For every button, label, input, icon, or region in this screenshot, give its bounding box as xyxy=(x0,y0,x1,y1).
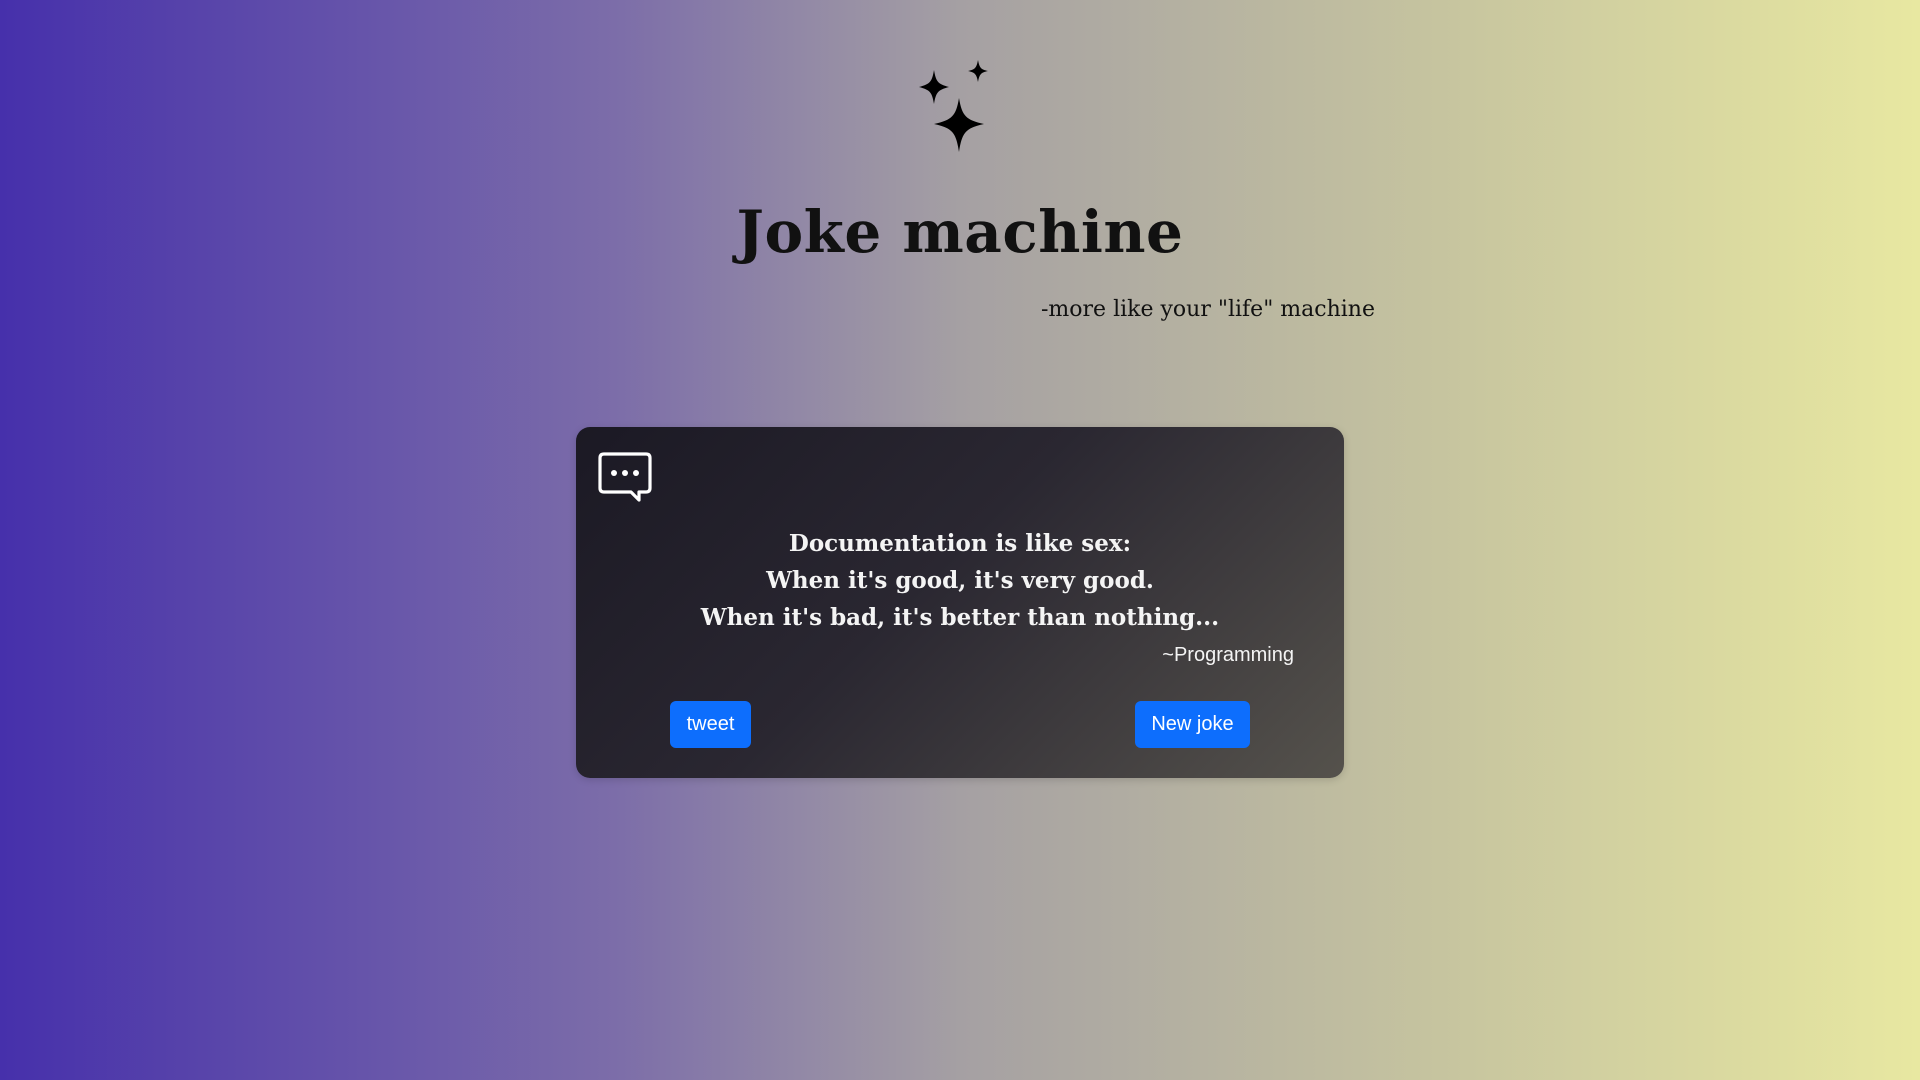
joke-line: When it's bad, it's better than nothing.… xyxy=(700,604,1220,631)
chat-bubble-icon xyxy=(598,452,652,502)
page-subtitle: -more like your "life" machine xyxy=(1041,297,1375,322)
joke-line: Documentation is like sex: xyxy=(788,530,1132,557)
sparkles-icon xyxy=(919,60,988,152)
joke-card: Documentation is like sex: When it's goo… xyxy=(576,427,1344,778)
joke-line: When it's good, it's very good. xyxy=(766,567,1154,594)
joke-category: ~Programming xyxy=(1162,644,1294,666)
new-joke-button[interactable]: New joke xyxy=(1135,701,1250,748)
tweet-button[interactable]: tweet xyxy=(670,701,751,748)
page-title: Joke machine xyxy=(736,198,1184,266)
joke-text: Documentation is like sex: When it's goo… xyxy=(576,525,1344,636)
